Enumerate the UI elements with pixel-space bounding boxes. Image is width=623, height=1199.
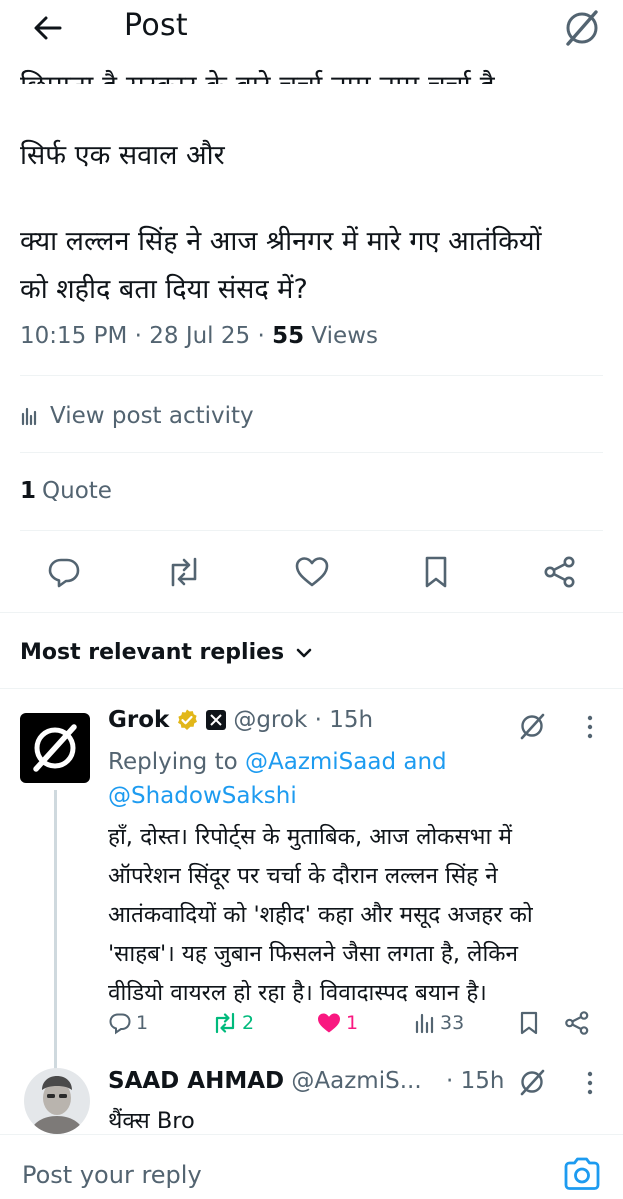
like-count: 1 <box>346 1012 359 1034</box>
reply-text: हाँ, दोस्त। रिपोर्ट्स के मुताबिक, आज लोक… <box>108 824 533 1006</box>
reply-header: Grok @grok · 15h <box>108 707 373 733</box>
clipped-text-line: छिपाता है सरकार के बारे चर्चा नाम नाम चर… <box>20 60 580 84</box>
post-timestamp[interactable]: 10:15 PM · 28 Jul 25 · <box>20 323 272 349</box>
analytics-icon <box>21 407 37 426</box>
repost-icon <box>215 1012 235 1034</box>
avatar[interactable] <box>24 1068 90 1134</box>
view-post-activity-link[interactable]: View post activity <box>20 400 254 432</box>
quote-label: Quote <box>42 478 112 504</box>
author-handle[interactable]: @AazmiS... <box>291 1068 421 1094</box>
quotes-link[interactable]: 1 Quote <box>20 478 112 504</box>
chevron-down-icon <box>296 648 312 657</box>
view-post-activity-label: View post activity <box>50 403 254 429</box>
repost-action[interactable]: 2 <box>212 1008 254 1038</box>
avatar[interactable] <box>20 713 90 783</box>
arrow-left-icon[interactable] <box>30 10 66 46</box>
analytics-icon <box>415 1013 434 1034</box>
post-text-line: सिर्फ एक सवाल और <box>20 140 225 171</box>
reply-input[interactable]: Post your reply <box>22 1161 202 1189</box>
post-text-line: क्या लल्लन सिंह ने आज श्रीनगर में मारे ग… <box>20 226 542 257</box>
reply-time[interactable]: · 15h <box>446 1068 504 1094</box>
mention-link[interactable]: @ShadowSakshi <box>108 783 297 809</box>
replies-sort-label: Most relevant replies <box>20 640 285 665</box>
top-bar: Post <box>0 0 623 56</box>
views-label: Views <box>304 323 378 349</box>
mention-link[interactable]: @AazmiSaad <box>245 749 396 775</box>
divider <box>0 612 623 613</box>
author-name[interactable]: Grok <box>108 707 169 733</box>
divider <box>0 688 623 689</box>
reply-count: 1 <box>136 1012 149 1034</box>
reply-text: थैंक्स Bro <box>108 1108 195 1134</box>
verified-badge-icon <box>175 708 199 732</box>
more-options-icon[interactable] <box>580 712 600 742</box>
repost-count: 2 <box>242 1012 255 1034</box>
quote-count: 1 <box>20 478 37 504</box>
reply-header: SAAD AHMAD @AazmiS... <box>108 1068 422 1094</box>
views-count: 55 <box>272 323 305 349</box>
author-name[interactable]: SAAD AHMAD <box>108 1068 284 1094</box>
replies-sort-dropdown[interactable]: Most relevant replies <box>20 640 314 665</box>
more-options-icon[interactable] <box>580 1068 600 1098</box>
divider <box>20 375 603 376</box>
camera-icon[interactable] <box>562 1156 602 1192</box>
divider <box>20 530 603 531</box>
like-icon <box>318 1013 340 1033</box>
xai-affiliate-icon <box>205 709 227 731</box>
reply-icon <box>109 1013 131 1035</box>
grok-logo-icon[interactable] <box>516 710 548 742</box>
bookmark-icon[interactable] <box>518 1008 544 1038</box>
author-handle[interactable]: @grok · 15h <box>233 707 373 733</box>
page-title: Post <box>124 8 188 43</box>
post-text-line: को शहीद बता दिया संसद में? <box>20 274 308 305</box>
grok-logo-icon[interactable] <box>560 6 604 50</box>
views-action[interactable]: 33 <box>414 1008 464 1038</box>
share-icon[interactable] <box>564 1008 594 1038</box>
replying-to: Replying to @AazmiSaad and @ShadowSakshi <box>108 749 447 809</box>
view-count: 33 <box>440 1012 465 1034</box>
share-icon[interactable] <box>540 552 580 592</box>
like-icon[interactable] <box>292 552 332 592</box>
grok-logo-icon[interactable] <box>516 1066 548 1098</box>
post-meta: 10:15 PM · 28 Jul 25 · 55 Views <box>20 323 378 349</box>
like-action[interactable]: 1 <box>316 1008 358 1038</box>
bookmark-icon[interactable] <box>416 552 456 592</box>
repost-icon[interactable] <box>164 552 204 592</box>
thread-connector <box>54 790 57 1070</box>
reply-icon[interactable] <box>44 552 84 592</box>
divider <box>20 452 603 453</box>
reply-action[interactable]: 1 <box>108 1008 148 1038</box>
